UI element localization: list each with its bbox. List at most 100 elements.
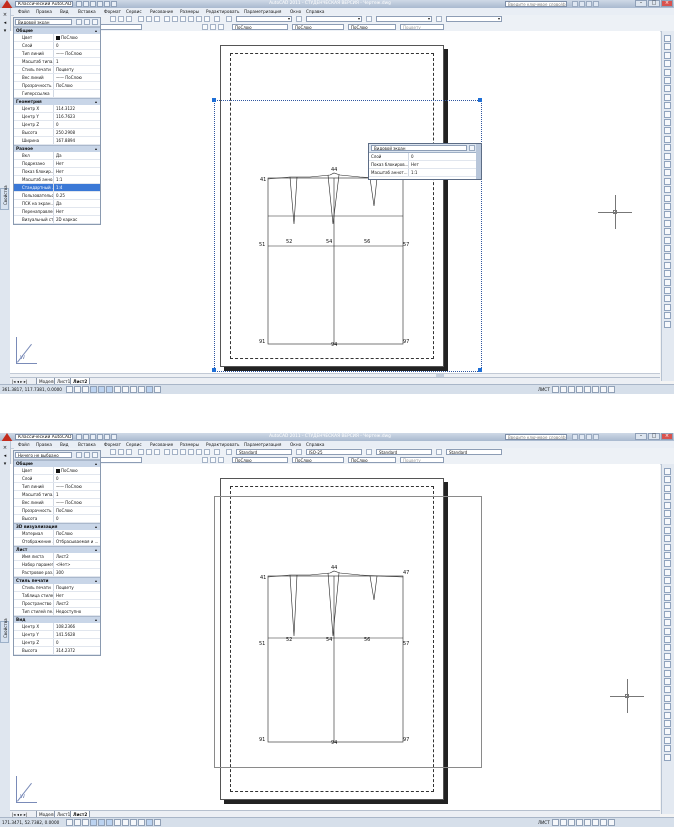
search-icon[interactable] (572, 434, 578, 440)
lock-icon[interactable] (600, 819, 607, 826)
erase-icon[interactable] (664, 194, 671, 202)
property-row[interactable]: ПСК на экран... Да (14, 200, 100, 208)
workspace-dropdown[interactable]: Классический AutoCAD (15, 1, 73, 7)
property-value[interactable]: 0 (409, 153, 481, 160)
zoom-window-icon[interactable] (146, 16, 152, 22)
property-row[interactable]: Высота 0 (14, 515, 100, 523)
menu-view[interactable]: Вид (60, 8, 69, 15)
property-group-header[interactable]: Лист ▴ (14, 546, 100, 553)
quick-property-row[interactable]: Масштаб аннот... 1:1 (369, 169, 481, 177)
maximize-button[interactable]: □ (648, 0, 660, 7)
mleader-style-combo[interactable]: Standard (446, 449, 502, 455)
line-icon[interactable] (664, 468, 671, 475)
polyline-icon[interactable] (664, 51, 671, 59)
quickview-drawings-icon[interactable] (560, 386, 567, 393)
property-value-cell[interactable]: Отбрасываемая и ... (54, 538, 100, 545)
quick-select-icon[interactable] (92, 19, 98, 25)
autohide-icon[interactable]: ◂ (1, 453, 9, 459)
save-icon[interactable] (90, 434, 96, 440)
snap-toggle[interactable] (66, 819, 73, 826)
redo-tb-icon[interactable] (126, 16, 132, 22)
property-value-cell[interactable]: —— ПоСлою (54, 50, 100, 57)
menu-dimension[interactable]: Размеры (180, 441, 199, 448)
property-row[interactable]: Отображение ... Отбрасываемая и ... (14, 538, 100, 546)
undo-tb-icon[interactable] (118, 449, 124, 455)
property-value-cell[interactable]: —— ПоСлою (54, 74, 100, 81)
property-row[interactable]: Масштаб типа... 1 (14, 491, 100, 499)
property-row[interactable]: Пользовательс... 0.25 (14, 192, 100, 200)
property-row[interactable]: Высота 250.2908 (14, 129, 100, 137)
menu-modify[interactable]: Редактировать (206, 441, 239, 448)
linetype-combo[interactable]: ПоСлою (292, 24, 344, 30)
calculator-icon[interactable] (204, 16, 210, 22)
dyn-toggle[interactable] (122, 819, 129, 826)
dim-style-icon[interactable] (296, 16, 302, 22)
undo-icon[interactable] (97, 434, 103, 440)
status-space[interactable]: ЛИСТ (538, 818, 550, 827)
property-row[interactable]: Набор парамет...<Нет> (14, 561, 100, 569)
plot-icon[interactable] (111, 1, 117, 7)
properties-icon[interactable] (164, 16, 170, 22)
quick-property-row[interactable]: Слой 0 (369, 153, 481, 161)
ellipse-icon[interactable] (664, 110, 671, 118)
property-row[interactable]: Тип линий —— ПоСлою (14, 483, 100, 491)
polar-toggle[interactable] (90, 386, 97, 393)
ellipse-arc-icon[interactable] (664, 552, 671, 559)
quick-properties-sidebar[interactable] (476, 144, 481, 179)
close-palette-icon[interactable]: × (1, 12, 9, 18)
ortho-toggle[interactable] (82, 819, 89, 826)
menu-view[interactable]: Вид (60, 441, 69, 448)
offset-icon[interactable] (664, 652, 671, 660)
menu-insert[interactable]: Вставка (78, 8, 96, 15)
pickadd-icon[interactable] (76, 19, 82, 25)
property-row[interactable]: Центр Y 141.5628 (14, 631, 100, 639)
menu-parametric[interactable]: Параметризация (244, 8, 281, 15)
text-style-combo[interactable]: Standard (236, 449, 292, 455)
ellipse-icon[interactable] (664, 543, 671, 551)
property-row[interactable]: Слой 0 (14, 42, 100, 50)
grid-toggle[interactable] (74, 819, 81, 826)
menu-help[interactable]: Справка (306, 8, 324, 15)
markup-icon[interactable] (196, 16, 202, 22)
undo-icon[interactable] (97, 1, 103, 7)
property-value-cell[interactable]: 0 (54, 42, 100, 49)
spline-icon[interactable] (664, 102, 671, 110)
new-icon[interactable] (76, 434, 82, 440)
property-value-cell[interactable]: Нет (54, 160, 100, 167)
property-row[interactable]: Ширина 167.8894 (14, 137, 100, 145)
properties-side-tab[interactable]: Свойства (0, 185, 9, 210)
break-icon[interactable] (664, 287, 671, 294)
trim-icon[interactable] (664, 703, 671, 711)
trim-icon[interactable] (664, 270, 671, 278)
property-row[interactable]: Масштаб анно... 1:1 (14, 176, 100, 184)
property-value-cell[interactable]: 141.5628 (54, 631, 100, 638)
design-center-icon[interactable] (172, 449, 178, 455)
status-space[interactable]: ЛИСТ (538, 385, 550, 394)
save-icon[interactable] (90, 1, 96, 7)
break-icon[interactable] (664, 720, 671, 727)
properties-icon[interactable] (164, 449, 170, 455)
subscription-icon[interactable] (579, 434, 585, 440)
construction-line-icon[interactable] (664, 476, 671, 484)
redo-tb-icon[interactable] (126, 449, 132, 455)
property-value-cell[interactable]: Да (54, 152, 100, 159)
property-value-cell[interactable]: 1 (54, 491, 100, 498)
circle-icon[interactable] (664, 85, 671, 93)
property-row[interactable]: Показ блокир... Нет (14, 168, 100, 176)
workspace-dropdown[interactable]: Классический AutoCAD (15, 434, 73, 440)
help-search-input[interactable]: Введите ключевое слово/фразу (505, 1, 567, 7)
qp-toggle[interactable] (146, 819, 153, 826)
help-tb-icon[interactable] (214, 16, 220, 22)
search-icon[interactable] (572, 1, 578, 7)
insert-block-icon[interactable] (664, 560, 671, 568)
property-value-cell[interactable]: Нет (54, 208, 100, 215)
property-value-cell[interactable]: 0.25 (54, 192, 100, 199)
property-row[interactable]: Прозрачность ПоСлою (14, 82, 100, 90)
explode-icon[interactable] (664, 753, 671, 761)
quick-select-icon[interactable] (92, 452, 98, 458)
menu-dimension[interactable]: Размеры (180, 8, 199, 15)
property-row[interactable]: Центр Y 116.7623 (14, 113, 100, 121)
help-search-input[interactable]: Введите ключевое слово/фразу (505, 434, 567, 440)
property-group-header[interactable]: Вид ▴ (14, 616, 100, 623)
pan-status-icon[interactable] (568, 819, 575, 826)
